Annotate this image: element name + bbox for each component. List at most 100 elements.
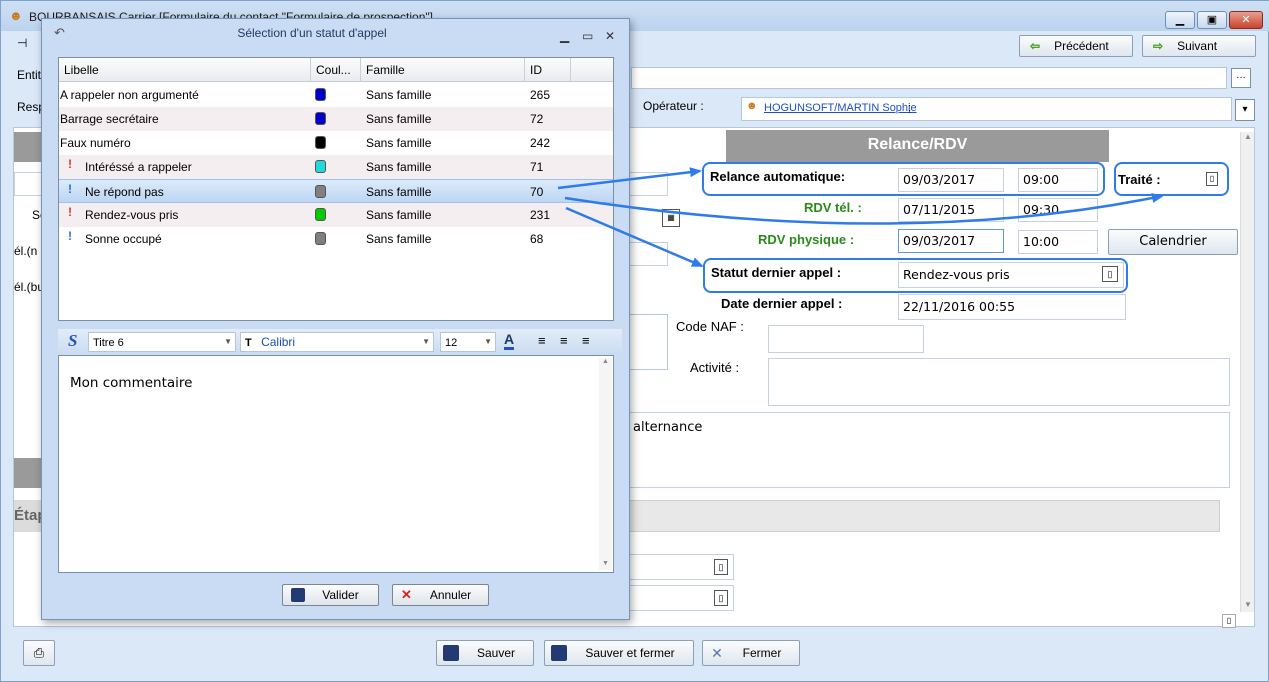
activite-field[interactable] [768, 358, 1230, 406]
cell-id: 71 [530, 160, 544, 174]
rdv-tel-label: RDV tél. : [804, 200, 862, 215]
style-s-icon[interactable]: S [68, 331, 77, 351]
color-swatch [315, 232, 326, 245]
section-header-relance: Relance/RDV [726, 130, 1109, 162]
dialog-maximize-button[interactable]: ▭ [582, 29, 593, 43]
resize-corner-button[interactable]: ▯ [1222, 614, 1236, 628]
table-row[interactable]: A rappeler non argumenté Sans famille 265 [59, 83, 613, 107]
cell-famille: Sans famille [366, 136, 432, 150]
save-and-close-button[interactable]: Sauver et fermer [544, 640, 694, 666]
comment-editor[interactable]: Mon commentaire ▲ ▼ [58, 355, 614, 573]
font-value: Calibri [261, 335, 296, 349]
entity-field[interactable] [631, 67, 1227, 89]
column-header-libelle[interactable]: Libelle [59, 58, 311, 82]
previous-button[interactable]: ⇦ Précédent [1019, 35, 1133, 57]
color-swatch [315, 208, 326, 221]
cell-libelle: Ne répond pas [85, 185, 164, 199]
cell-libelle: Faux numéro [60, 136, 131, 150]
rdv-physique-time[interactable]: 10:00 [1018, 230, 1098, 254]
dialog-close-button[interactable]: ✕ [605, 29, 615, 43]
table-row[interactable]: Sonne occupé! Sans famille 68 [59, 227, 613, 251]
contact-icon: ☻ [9, 8, 23, 23]
print-button[interactable]: ⎙ [23, 640, 55, 666]
rdv-physique-date[interactable]: 09/03/2017 [898, 229, 1004, 253]
lower-field-2-button[interactable]: ▯ [714, 590, 728, 606]
red-x-icon: ✕ [401, 587, 412, 602]
size-combo[interactable]: 12 ▼ [440, 332, 496, 352]
cancel-label: Annuler [429, 588, 472, 602]
content-scrollbar[interactable]: ▲ ▼ [1240, 132, 1254, 612]
cell-id: 72 [530, 112, 544, 126]
font-combo[interactable]: T Calibri ▼ [240, 332, 434, 352]
calendar-button[interactable]: Calendrier [1108, 229, 1238, 255]
chevron-down-icon: ▼ [224, 337, 232, 346]
calendar-mini-button[interactable]: ▦ [662, 209, 680, 227]
operator-value[interactable]: HOGUNSOFT/MARTIN Sophie [764, 102, 917, 114]
red-exclamation-icon: ! [68, 157, 72, 171]
alternance-text: alternance [633, 420, 703, 435]
blue-exclamation-icon: ! [68, 229, 72, 243]
chevron-down-icon: ▼ [422, 337, 430, 346]
chevron-down-icon: ▼ [484, 337, 492, 346]
close-window-button[interactable]: ✕ [1229, 11, 1263, 29]
minimize-button[interactable]: ▁ [1165, 11, 1195, 29]
save-button[interactable]: Sauver [436, 640, 534, 666]
hidden-field-2[interactable] [628, 242, 668, 266]
blue-exclamation-icon: ! [68, 182, 72, 196]
table-row[interactable]: Faux numéro Sans famille 242 [59, 131, 613, 155]
entity-more-button[interactable]: … [1231, 68, 1251, 88]
pin-icon[interactable]: ⊣ [17, 36, 27, 50]
cell-libelle: Rendez-vous pris [85, 208, 179, 222]
dialog-title: Sélection d'un statut d'appel [237, 26, 387, 40]
alternance-field[interactable]: alternance [628, 412, 1230, 488]
left-field-1[interactable] [14, 172, 44, 196]
editor-scrollbar[interactable]: ▲ ▼ [599, 358, 612, 570]
align-right-icon[interactable]: ≡ [582, 333, 590, 348]
restore-button[interactable]: ▣ [1197, 11, 1227, 29]
operator-field[interactable]: ☻ HOGUNSOFT/MARTIN Sophie ; [741, 97, 1232, 121]
table-row[interactable]: Barrage secrétaire Sans famille 72 [59, 107, 613, 131]
date-dernier-appel-label: Date dernier appel : [721, 296, 843, 311]
column-header-couleur[interactable]: Coul... [311, 58, 361, 82]
color-swatch [315, 112, 326, 125]
font-icon: T [245, 337, 252, 349]
align-center-icon[interactable]: ≡ [560, 333, 568, 348]
highlight-relance-auto [702, 162, 1105, 196]
hidden-field-1[interactable] [628, 172, 668, 196]
next-button[interactable]: ⇨ Suivant [1142, 35, 1256, 57]
dialog-minimize-button[interactable]: ▁ [560, 29, 569, 43]
scroll-down-icon[interactable]: ▼ [602, 560, 609, 567]
style-combo[interactable]: Titre 6 ▼ [88, 332, 236, 352]
size-value: 12 [445, 337, 458, 349]
hidden-scroll-field[interactable] [628, 314, 668, 370]
rdv-tel-time[interactable]: 09:30 [1018, 198, 1098, 222]
scroll-up-icon[interactable]: ▲ [602, 358, 609, 365]
table-row[interactable]: Ne répond pas! Sans famille 70 [59, 179, 613, 203]
table-row[interactable]: Intéréssé a rappeler! Sans famille 71 [59, 155, 613, 179]
save-close-label: Sauver et fermer [585, 646, 675, 660]
cancel-button[interactable]: ✕ Annuler [392, 584, 489, 606]
dialog-titlebar: ↶ Sélection d'un statut d'appel ▁ ▭ ✕ [42, 19, 629, 49]
floppy-icon [443, 645, 459, 661]
lower-field-1-button[interactable]: ▯ [714, 559, 728, 575]
code-naf-field[interactable] [768, 325, 924, 353]
comment-text: Mon commentaire [70, 375, 193, 391]
column-header-famille[interactable]: Famille [361, 58, 525, 82]
column-header-id[interactable]: ID [525, 58, 571, 82]
style-value: Titre 6 [93, 337, 124, 349]
table-row[interactable]: Rendez-vous pris! Sans famille 231 [59, 203, 613, 227]
close-x-icon: ✕ [711, 645, 723, 661]
operator-dropdown-button[interactable]: ▾ [1235, 99, 1255, 121]
status-grid: Libelle Coul... Famille ID A rappeler no… [58, 57, 614, 321]
grid-header: Libelle Coul... Famille ID [59, 58, 613, 82]
floppy-check-icon [291, 588, 305, 602]
grid-body: A rappeler non argumenté Sans famille 265 B… [59, 83, 613, 251]
scroll-down-icon[interactable]: ▼ [1244, 600, 1252, 609]
highlight-statut [703, 258, 1128, 293]
close-button[interactable]: ✕ Fermer [702, 640, 800, 666]
rdv-tel-date[interactable]: 07/11/2015 [898, 198, 1004, 222]
scroll-up-icon[interactable]: ▲ [1244, 132, 1252, 141]
font-color-icon[interactable]: A [504, 331, 515, 350]
validate-button[interactable]: Valider [282, 584, 379, 606]
align-left-icon[interactable]: ≡ [538, 333, 546, 348]
